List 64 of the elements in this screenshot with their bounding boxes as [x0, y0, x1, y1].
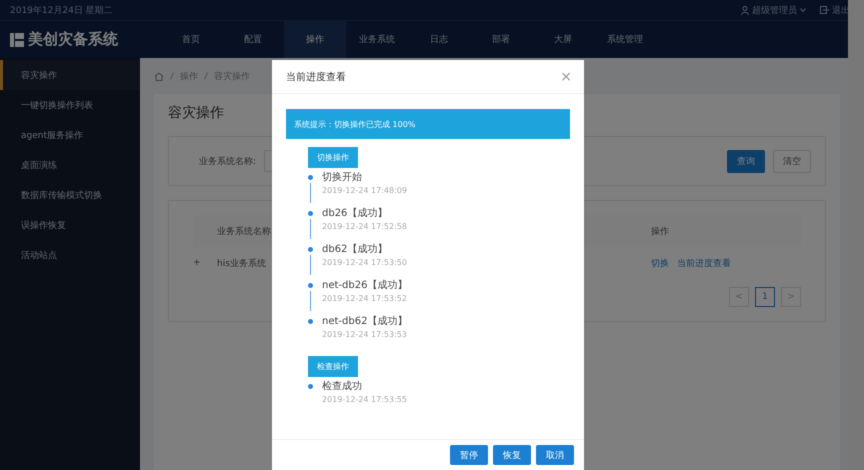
page-button[interactable]: 1 — [755, 287, 775, 307]
event-text: db62【成功】 — [322, 242, 388, 256]
sidebar-item[interactable]: 一键切换操作列表 — [0, 90, 140, 120]
nav-tab[interactable]: 首页 — [160, 21, 222, 58]
user-icon — [741, 6, 749, 14]
prev-page-button[interactable]: < — [729, 287, 749, 307]
sidebar-item[interactable]: 数据库传输模式切换 — [0, 180, 140, 210]
dialog-button[interactable]: 取消 — [536, 445, 574, 465]
event-time: 2019-12-24 17:52:58 — [322, 222, 408, 231]
timeline-dot — [308, 211, 313, 216]
timeline-dot — [308, 283, 313, 288]
breadcrumb-separator-icon — [204, 72, 208, 80]
breadcrumb-separator-icon — [170, 72, 174, 80]
event-text: db26【成功】 — [322, 206, 388, 220]
timeline-dot — [308, 319, 313, 324]
event-text: net-db62【成功】 — [322, 314, 408, 328]
table-cell-text: his业务系统 — [217, 258, 266, 270]
event-time: 2019-12-24 17:53:55 — [322, 395, 408, 404]
logout-icon — [820, 6, 829, 14]
close-button[interactable]: × — [560, 68, 572, 84]
sidebar-item[interactable]: 误操作恢复 — [0, 210, 140, 240]
home-icon[interactable] — [154, 72, 164, 80]
caret-icon — [800, 8, 806, 12]
timeline-dot — [308, 247, 313, 252]
event-time: 2019-12-24 17:53:50 — [322, 258, 408, 267]
event-text: net-db26【成功】 — [322, 278, 408, 292]
page-title: 容灾操作 — [168, 104, 225, 122]
query-button[interactable]: 查询 — [727, 150, 765, 172]
next-page-button[interactable]: > — [781, 287, 801, 307]
column-header: 业务系统名称 — [217, 226, 271, 238]
nav-tab[interactable]: 日志 — [408, 21, 470, 58]
dialog-button[interactable]: 暂停 — [450, 445, 488, 465]
action-link[interactable]: 当前进度查看 — [677, 256, 731, 270]
field-label: 业务系统名称: — [199, 156, 256, 168]
nav-tab[interactable]: 配置 — [222, 21, 284, 58]
nav-tab[interactable]: 业务系统 — [346, 21, 408, 58]
sidebar-item[interactable]: agent服务操作 — [0, 120, 140, 150]
dialog-title: 当前进度查看 — [286, 70, 346, 84]
timeline-dot — [308, 384, 313, 389]
expand-toggle[interactable]: + — [193, 258, 201, 268]
nav-tab[interactable]: 大屏 — [532, 21, 594, 58]
event-text: 切换开始 — [322, 170, 363, 184]
timeline-dot — [308, 175, 313, 180]
event-text: 检查成功 — [322, 380, 363, 393]
clear-button[interactable]: 清空 — [773, 150, 811, 172]
logo-icon — [10, 32, 24, 46]
sidebar-item[interactable]: 容灾操作 — [0, 60, 140, 90]
user-menu[interactable]: 超级管理员 — [741, 4, 806, 16]
nav-tab[interactable]: 部署 — [470, 21, 532, 58]
column-header: 操作 — [651, 226, 669, 238]
stage-label: 切换操作 — [308, 147, 358, 168]
app-logo-text: 美创灾备系统 — [28, 30, 118, 49]
nav-tab[interactable]: 操作 — [284, 21, 346, 58]
date-text: 2019年12月24日 星期二 — [10, 4, 113, 16]
stage-label: 检查操作 — [308, 356, 358, 377]
event-time: 2019-12-24 17:53:53 — [322, 330, 408, 339]
sidebar-item[interactable]: 桌面演练 — [0, 150, 140, 180]
sidebar-item[interactable]: 活动站点 — [0, 240, 140, 270]
event-time: 2019-12-24 17:53:52 — [322, 294, 408, 303]
event-time: 2019-12-24 17:48:09 — [322, 186, 408, 195]
action-link[interactable]: 切换 — [651, 256, 669, 270]
nav-tab[interactable]: 系统管理 — [594, 21, 656, 58]
dialog-button[interactable]: 恢复 — [493, 445, 531, 465]
alert-banner: 系统提示：切换操作已完成 100% — [286, 109, 570, 139]
